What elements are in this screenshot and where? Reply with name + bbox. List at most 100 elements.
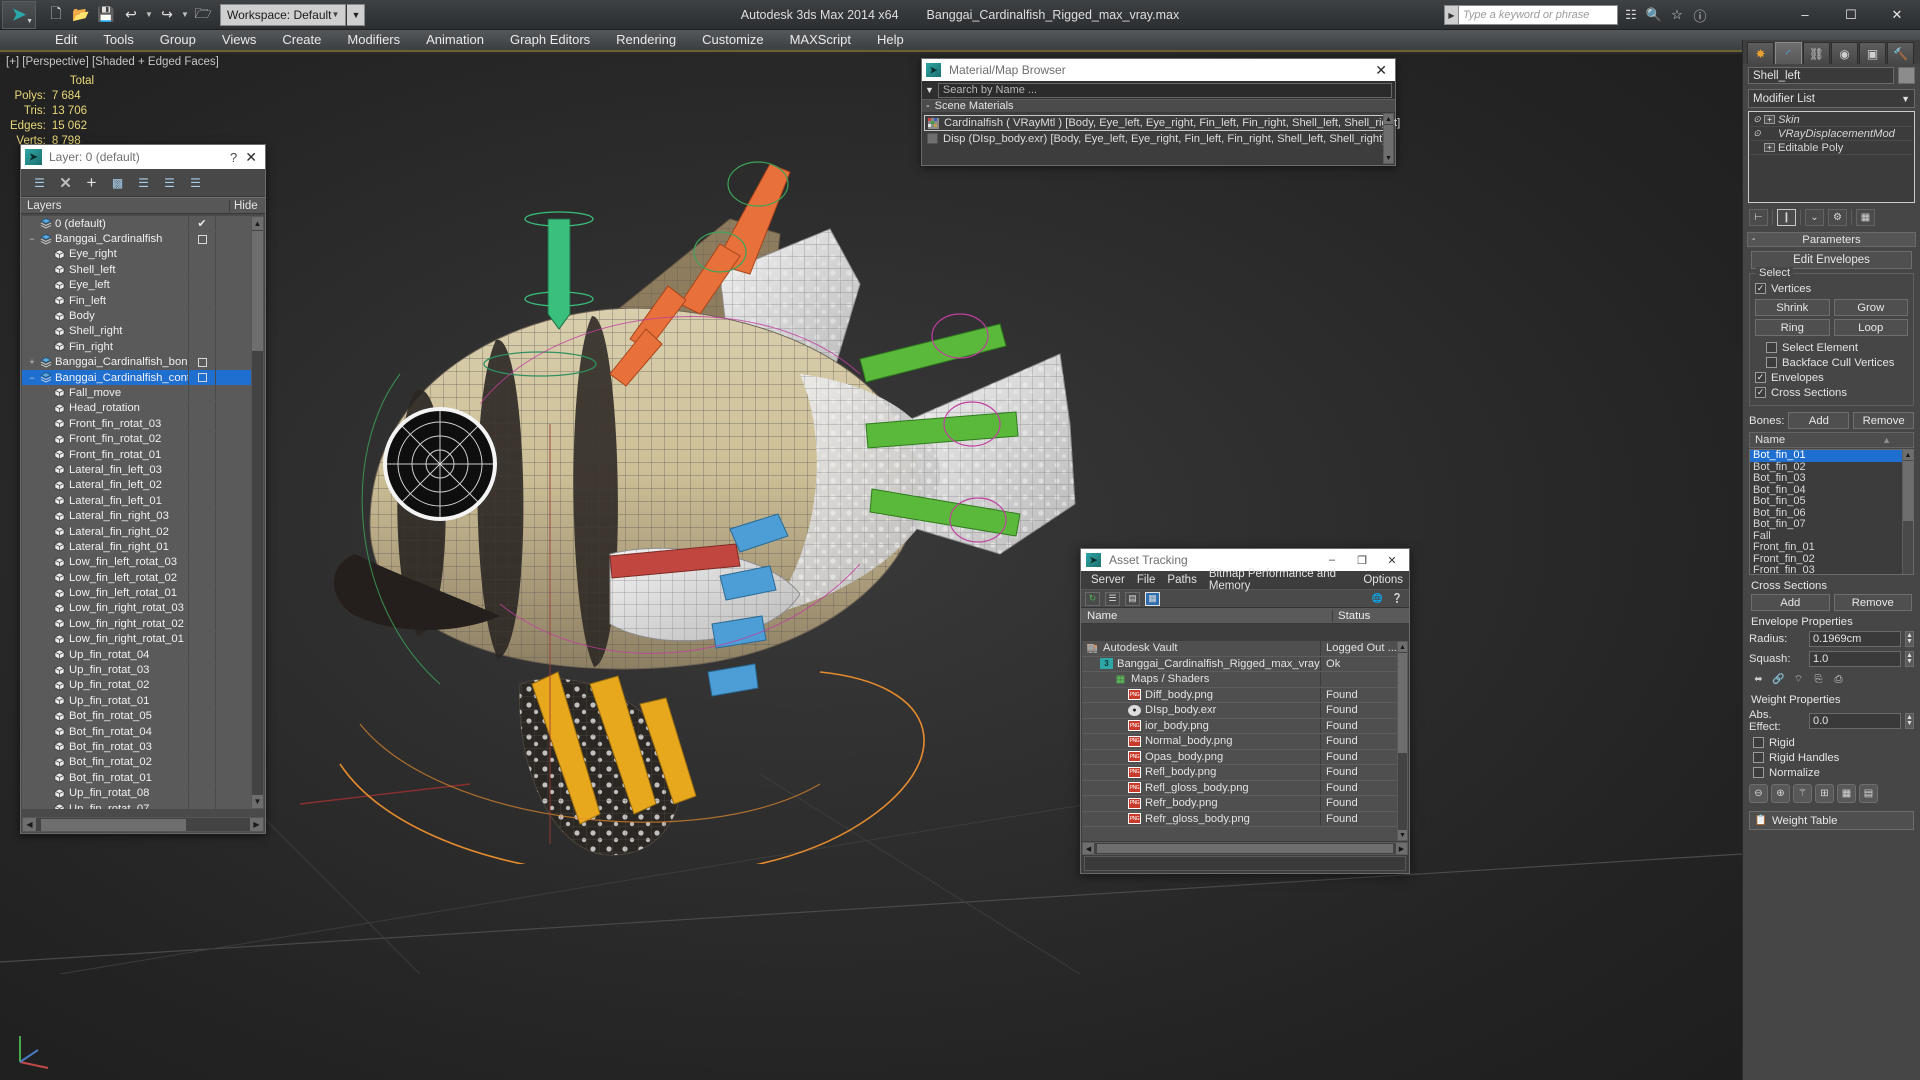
bone-list-item[interactable]: Bot_fin_01 (1750, 450, 1902, 462)
normalize-checkbox[interactable] (1753, 767, 1764, 778)
layer-hide-cell[interactable] (215, 631, 251, 647)
communication-center-icon[interactable]: ☷ (1621, 4, 1641, 26)
asset-row[interactable]: PNG Refr_gloss_body.png Found (1082, 811, 1397, 827)
asset-menu-options[interactable]: Options (1357, 574, 1409, 586)
layer-onoff-cell[interactable] (188, 616, 215, 632)
backface-cull-row[interactable]: Backface Cull Vertices (1755, 355, 1908, 370)
scroll-up-icon[interactable]: ▲ (252, 217, 263, 230)
modifier-lightbulb-icon[interactable]: ⊙ (1750, 128, 1764, 139)
open-file-icon[interactable]: 📂 (69, 3, 93, 27)
cardinalfish-3d-model[interactable] (300, 124, 1120, 864)
layer-hide-cell[interactable] (215, 616, 251, 632)
help-icon[interactable]: ? (230, 150, 245, 165)
scroll-left-icon[interactable]: ◀ (23, 818, 36, 831)
layer-onoff-cell[interactable] (188, 277, 215, 293)
layer-hide-cell[interactable] (215, 431, 251, 447)
scroll-left-icon[interactable]: ◀ (1083, 843, 1094, 854)
create-new-layer-icon[interactable]: ☰ (31, 174, 48, 191)
scrollbar-thumb-horizontal[interactable] (1097, 844, 1393, 853)
show-end-result-icon[interactable]: ❙ (1777, 209, 1796, 226)
scrollbar-thumb[interactable] (1903, 461, 1913, 521)
undo-dropdown-icon[interactable]: ▼ (144, 10, 154, 19)
layer-hide-cell[interactable] (215, 477, 251, 493)
layer-row[interactable]: Lateral_fin_right_02 (22, 524, 251, 539)
layer-onoff-cell[interactable] (188, 493, 215, 509)
close-button[interactable]: ✕ (1874, 0, 1920, 30)
layer-row[interactable]: Lateral_fin_left_01 (22, 493, 251, 509)
layer-row[interactable]: Body (22, 308, 251, 324)
layer-row[interactable]: Bot_fin_rotat_02 (22, 754, 251, 770)
layer-row[interactable]: Bot_fin_rotat_05 (22, 708, 251, 724)
layer-hide-cell[interactable] (215, 570, 251, 586)
layer-row[interactable]: Eye_left (22, 277, 251, 293)
exclude-vertices-icon[interactable]: ⊖ (1749, 784, 1768, 803)
layer-row[interactable]: Front_fin_rotat_03 (22, 416, 251, 432)
asset-tracking-dialog[interactable]: ➤ Asset Tracking – ❐ ✕ Server File Paths Bi… (1080, 548, 1410, 874)
asset-menu-paths[interactable]: Paths (1161, 574, 1202, 586)
asset-row[interactable]: PNG Refr_body.png Found (1082, 796, 1397, 812)
remove-modifier-icon[interactable]: ⚙ (1828, 209, 1847, 226)
maximize-button[interactable]: ☐ (1828, 0, 1874, 30)
scroll-up-icon[interactable]: ▲ (1903, 450, 1913, 460)
set-project-folder-icon[interactable]: 🗁 (191, 3, 215, 27)
ring-button[interactable]: Ring (1755, 319, 1830, 336)
loop-button[interactable]: Loop (1833, 319, 1908, 336)
minimize-button[interactable]: – (1782, 0, 1828, 30)
layer-row[interactable]: Lateral_fin_right_03 (22, 508, 251, 524)
asset-row[interactable]: PNG Diff_body.png Found (1082, 687, 1397, 703)
layer-hide-cell[interactable] (215, 724, 251, 740)
bones-list[interactable]: Bot_fin_01 Bot_fin_02 Bot_fin_03 Bot_fin_04… (1749, 449, 1914, 575)
scroll-down-icon[interactable]: ▼ (1398, 830, 1407, 840)
layer-onoff-cell[interactable] (188, 431, 215, 447)
layer-row[interactable]: Low_fin_right_rotat_03 (22, 600, 251, 616)
menu-item-tools[interactable]: Tools (90, 29, 146, 51)
bones-list-scrollbar[interactable]: ▲ (1902, 450, 1913, 574)
layer-hide-cell[interactable] (215, 554, 251, 570)
layer-row[interactable]: − Banggai_Cardinalfish (22, 231, 251, 247)
layer-row[interactable]: Low_fin_left_rotat_02 (22, 570, 251, 586)
layer-hide-cell[interactable] (215, 647, 251, 663)
menu-item-views[interactable]: Views (209, 29, 269, 51)
layer-row[interactable]: Front_fin_rotat_01 (22, 447, 251, 463)
highlight-layer-icon[interactable]: ☰ (161, 174, 178, 191)
layer-row[interactable]: − Banggai_Cardinalfish_controllers (22, 369, 251, 386)
delete-layer-icon[interactable]: ✕ (57, 174, 74, 192)
layer-hide-cell[interactable] (215, 447, 251, 463)
layer-onoff-cell[interactable] (188, 647, 215, 663)
layer-hide-cell[interactable] (215, 400, 251, 416)
layer-hide-cell[interactable] (215, 801, 251, 809)
search-icon[interactable]: 🔍 (1644, 4, 1664, 26)
envelope-link-icon[interactable]: 🔗 (1771, 672, 1786, 686)
asset-row[interactable]: PNG Opas_body.png Found (1082, 749, 1397, 765)
parameters-rollout-header[interactable]: - Parameters (1747, 232, 1916, 247)
layer-hide-cell[interactable] (215, 216, 251, 232)
layer-row[interactable]: Up_fin_rotat_02 (22, 677, 251, 693)
filter-dropdown-icon[interactable]: ▼ (925, 85, 934, 95)
vertices-checkbox[interactable]: ✓ (1755, 283, 1766, 294)
layer-onoff-cell[interactable] (188, 339, 215, 355)
layer-onoff-cell[interactable] (188, 708, 215, 724)
close-icon[interactable]: ✕ (1375, 62, 1391, 79)
grid-view-icon[interactable]: ▦ (1145, 591, 1160, 606)
layer-row[interactable]: Head_rotation (22, 400, 251, 416)
asset-row[interactable]: PNG Refl_gloss_body.png Found (1082, 780, 1397, 796)
layer-row[interactable]: Bot_fin_rotat_04 (22, 724, 251, 740)
layer-onoff-cell[interactable] (188, 447, 215, 463)
command-tab-utilities[interactable]: 🔨 (1887, 42, 1914, 64)
layer-row[interactable]: Lateral_fin_left_02 (22, 477, 251, 493)
refresh-icon[interactable]: ↻ (1085, 591, 1100, 606)
bone-list-item[interactable]: Front_fin_03 (1750, 564, 1902, 574)
layer-row[interactable]: Low_fin_right_rotat_02 (22, 616, 251, 632)
layer-onoff-cell[interactable] (188, 385, 215, 401)
layer-hide-cell[interactable] (215, 785, 251, 801)
layer-list[interactable]: 0 (default) ✔ − Banggai_Cardinalfish Eye_rig… (22, 216, 251, 809)
bone-list-item[interactable]: Bot_fin_03 (1750, 472, 1902, 485)
cross-sections-add-button[interactable]: Add (1751, 594, 1830, 611)
asset-row[interactable]: ▦ Maps / Shaders (1082, 672, 1397, 688)
bone-list-item[interactable]: Front_fin_01 (1750, 541, 1902, 554)
layer-hide-cell[interactable] (215, 693, 251, 709)
layer-manager-dialog[interactable]: ➤ Layer: 0 (default) ? ✕ ☰ ✕ + ▩ ☰ ☰ ☰ L… (20, 144, 266, 834)
layer-onoff-cell[interactable] (188, 539, 215, 555)
workspace-dropdown-button[interactable]: ▼ (347, 3, 366, 26)
layer-onoff-cell[interactable] (188, 739, 215, 755)
